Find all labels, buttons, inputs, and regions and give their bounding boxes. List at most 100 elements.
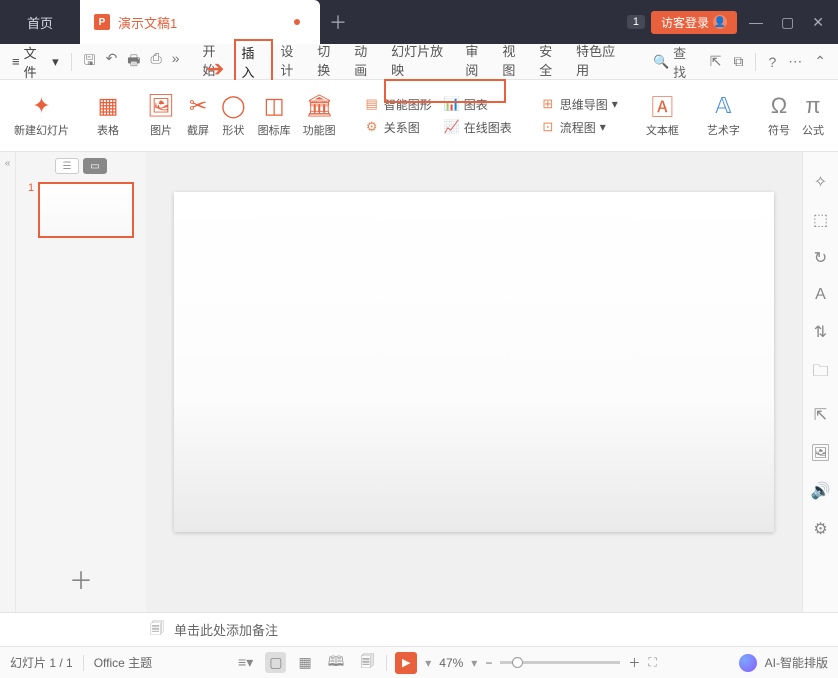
zoom-slider[interactable] — [500, 661, 620, 664]
iconlib-button[interactable]: ◫图标库 — [254, 93, 295, 138]
tab-review[interactable]: 审阅 — [460, 39, 495, 85]
zoom-out-button[interactable]: − — [485, 656, 492, 670]
tab-start[interactable]: 开始 — [198, 39, 233, 85]
tab-special[interactable]: 特色应用 — [571, 39, 631, 85]
mindmap-button[interactable]: ⊞思维导图 ▾ — [536, 95, 622, 114]
undo-icon[interactable]: ↶ — [106, 50, 118, 74]
export-pane-icon[interactable]: ⇱ — [814, 405, 827, 425]
tab-document[interactable]: P 演示文稿1 — [80, 0, 320, 44]
tab-slideshow[interactable]: 幻灯片放映 — [386, 39, 458, 85]
smartart-button[interactable]: ▤智能图形 — [360, 95, 436, 114]
chart-group: ▤智能图形 ⚙关系图 — [360, 95, 436, 137]
template-pane-icon[interactable]: ⬚ — [813, 210, 828, 230]
outline-view-btn[interactable]: ☰ — [55, 158, 79, 174]
file-menu[interactable]: ≡ 文件 ▾ — [12, 43, 59, 81]
new-tab-button[interactable]: ＋ — [320, 0, 356, 44]
login-button[interactable]: 访客登录 👤 — [651, 11, 737, 34]
play-button[interactable]: ▶ — [395, 652, 417, 674]
canvas-area[interactable] — [146, 152, 802, 612]
zoom-value[interactable]: 47% — [439, 656, 463, 670]
transition-pane-icon[interactable]: ↻ — [814, 248, 827, 268]
tab-view[interactable]: 视图 — [497, 39, 532, 85]
zoom-thumb[interactable] — [512, 657, 523, 668]
thumb-number: 1 — [28, 182, 34, 194]
unsaved-indicator — [294, 19, 300, 25]
right-rail: ✧ ⬚ ↻ A ⇅ 🗀 ⇱ 🖼 🔊 ⚙ — [802, 152, 838, 612]
print-icon[interactable]: 🖶 — [127, 50, 140, 74]
search-box[interactable]: 🔍 查找 — [653, 43, 698, 81]
formula-button[interactable]: π公式 — [798, 93, 828, 138]
diagram-group: ⊞思维导图 ▾ ⊡流程图 ▾ — [536, 95, 622, 137]
textbox-button[interactable]: 🄰文本框 — [642, 93, 683, 138]
save-icon[interactable]: 🖫 — [84, 50, 96, 74]
onlinechart-icon: 📈 — [444, 119, 460, 135]
wordart-button[interactable]: 𝔸艺术字 — [703, 93, 744, 138]
tab-home[interactable]: 首页 — [0, 0, 80, 44]
tab-design[interactable]: 设计 — [275, 39, 310, 85]
image-button[interactable]: 🖼图片 — [143, 93, 179, 138]
zoom-in-button[interactable]: ＋ — [628, 654, 640, 671]
tab-security[interactable]: 安全 — [534, 39, 569, 85]
separator — [83, 655, 84, 671]
slide-thumbnail-1[interactable] — [38, 182, 134, 238]
symbol-icon: Ω — [771, 93, 787, 119]
notes-bar[interactable]: 🗐 单击此处添加备注 — [0, 612, 838, 646]
left-collapse-rail: « — [0, 152, 16, 612]
notification-badge[interactable]: 1 — [627, 15, 645, 29]
resource-pane-icon[interactable]: 🗀 — [812, 360, 828, 387]
sorter-view-icon[interactable]: ▦ — [294, 652, 315, 673]
add-slide-button[interactable]: ＋ — [59, 551, 103, 606]
zoom-dropdown[interactable]: ▾ — [471, 656, 477, 670]
thumb-view-btn[interactable]: ▭ — [83, 158, 107, 174]
textbox-icon: 🄰 — [651, 93, 673, 119]
relation-button[interactable]: ⚙关系图 — [360, 118, 436, 137]
tab-animation[interactable]: 动画 — [349, 39, 384, 85]
media-pane-icon[interactable]: 🖼 — [810, 443, 830, 463]
funcchart-button[interactable]: 🏛功能图 — [299, 93, 340, 138]
new-slide-icon: ✦ — [32, 93, 50, 119]
separator — [71, 53, 72, 71]
quick-access-toolbar: 🖫 ↶ 🖶 ⎙ » — [84, 50, 180, 74]
notes-placeholder: 单击此处添加备注 — [174, 620, 278, 639]
play-dropdown[interactable]: ▾ — [425, 656, 431, 670]
collapse-ribbon-icon[interactable]: ⌃ — [814, 53, 826, 70]
window-icon[interactable]: ⧉ — [733, 53, 743, 70]
slide-thumb-row: 1 — [28, 182, 134, 238]
normal-view-icon[interactable]: ▢ — [265, 652, 286, 673]
shape-button[interactable]: ◯形状 — [217, 93, 250, 138]
table-button[interactable]: ▦表格 — [93, 93, 123, 138]
minimize-button[interactable]: — — [743, 14, 769, 30]
login-label: 访客登录 — [661, 14, 709, 31]
share-icon[interactable]: ⇱ — [710, 53, 722, 70]
more-qat[interactable]: » — [172, 50, 180, 74]
flowchart-button[interactable]: ⊡流程图 ▾ — [536, 118, 622, 137]
note-view-icon[interactable]: 🗐 — [356, 649, 378, 677]
preview-icon[interactable]: ⎙ — [151, 50, 162, 74]
reading-view-icon[interactable]: 🕮 — [324, 649, 349, 677]
ai-orb-icon[interactable] — [739, 654, 757, 672]
shape-icon: ◯ — [221, 93, 246, 119]
help-icon[interactable]: ? — [768, 54, 776, 70]
fit-window-icon[interactable]: ⛶ — [648, 655, 656, 670]
sound-pane-icon[interactable]: 🔊 — [811, 481, 831, 501]
symbol-button[interactable]: Ω符号 — [764, 93, 794, 138]
design-pane-icon[interactable]: ✧ — [814, 172, 827, 192]
settings-pane-icon[interactable]: ⚙ — [813, 519, 827, 539]
maximize-button[interactable]: ▢ — [775, 14, 800, 31]
notes-icon: 🗐 — [150, 618, 164, 642]
onlinechart-button[interactable]: 📈在线图表 — [440, 118, 516, 137]
chart-button[interactable]: 📊图表 — [440, 95, 516, 114]
ai-label[interactable]: AI-智能排版 — [765, 654, 828, 671]
workspace: « ☰ ▭ 1 ＋ ✧ ⬚ ↻ A ⇅ 🗀 ⇱ 🖼 🔊 ⚙ — [0, 152, 838, 612]
screenshot-button[interactable]: ✂截屏 — [183, 93, 213, 138]
tab-transition[interactable]: 切换 — [312, 39, 347, 85]
slide-canvas[interactable] — [174, 192, 774, 532]
adjust-pane-icon[interactable]: ⇅ — [814, 322, 827, 342]
new-slide-button[interactable]: ✦ 新建幻灯片 — [10, 93, 73, 138]
font-pane-icon[interactable]: A — [815, 286, 826, 304]
tab-insert[interactable]: 插入 — [234, 39, 273, 85]
close-button[interactable]: ✕ — [806, 14, 830, 31]
collapse-left-icon[interactable]: « — [5, 158, 11, 169]
list-layout-icon[interactable]: ≡▾ — [234, 652, 257, 673]
more-icon[interactable]: ⋯ — [788, 53, 802, 70]
